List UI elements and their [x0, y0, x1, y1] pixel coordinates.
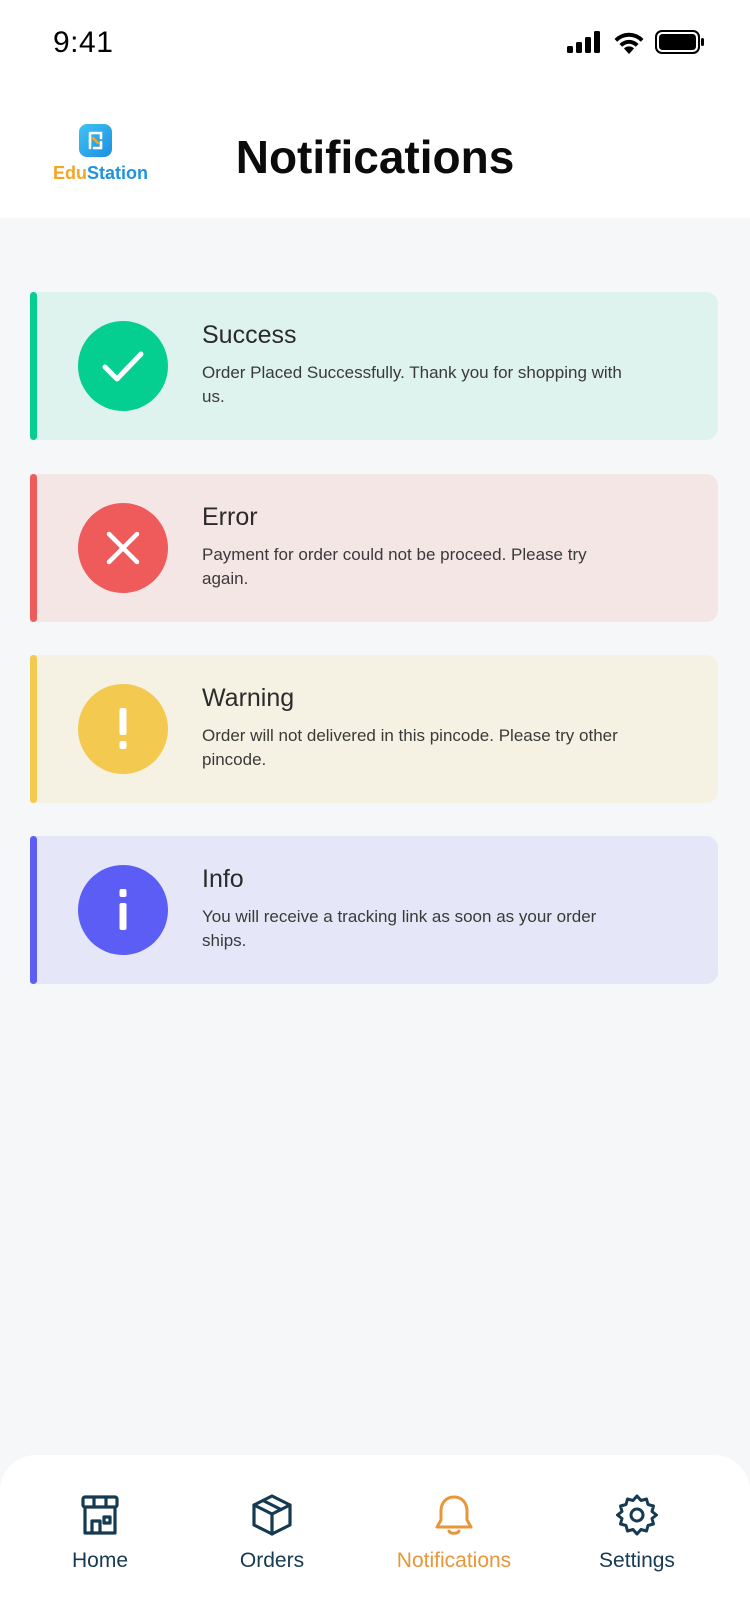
card-message: Order will not delivered in this pincode… — [202, 726, 618, 769]
exclamation-icon — [119, 708, 127, 749]
nav-item-notifications[interactable]: Notifications — [374, 1493, 534, 1593]
card-title: Warning — [202, 684, 295, 712]
error-badge — [78, 503, 168, 593]
card-message: Order Placed Successfully. Thank you for… — [202, 363, 622, 406]
card-title: Success — [202, 321, 297, 349]
status-bar: 9:41 — [0, 0, 750, 90]
card-message: You will receive a tracking link as soon… — [202, 907, 597, 950]
nav-item-orders[interactable]: Orders — [192, 1493, 352, 1593]
card-message: Payment for order could not be proceed. … — [202, 545, 587, 588]
card-accent-bar — [30, 655, 37, 803]
notification-card-info[interactable]: Info You will receive a tracking link as… — [30, 836, 718, 984]
card-title: Info — [202, 865, 244, 893]
success-badge — [78, 321, 168, 411]
bell-icon — [435, 1495, 473, 1535]
card-accent-bar — [30, 474, 37, 622]
package-icon — [252, 1494, 292, 1536]
notifications-screen: 9:41 EduStation Notifications Success Or… — [0, 0, 750, 1624]
nav-item-settings[interactable]: Settings — [557, 1493, 717, 1593]
warning-badge — [78, 684, 168, 774]
nav-item-home[interactable]: Home — [20, 1493, 180, 1593]
wifi-icon — [614, 32, 644, 54]
card-accent-bar — [30, 292, 37, 440]
card-accent-bar — [30, 836, 37, 984]
nav-label: Home — [71, 1549, 129, 1572]
cellular-signal-icon — [567, 31, 600, 53]
store-icon — [81, 1495, 119, 1535]
app-header: EduStation Notifications — [0, 90, 750, 218]
battery-icon — [655, 30, 704, 54]
notification-card-success[interactable]: Success Order Placed Successfully. Thank… — [30, 292, 718, 440]
card-title: Error — [202, 503, 258, 531]
info-badge — [78, 865, 168, 955]
nav-label: Orders — [239, 1549, 305, 1572]
status-icons — [567, 30, 705, 54]
status-time: 9:41 — [53, 26, 114, 59]
notification-card-error[interactable]: Error Payment for order could not be pro… — [30, 474, 718, 622]
page-title: Notifications — [235, 131, 515, 183]
close-icon — [106, 531, 140, 565]
nav-label: Notifications — [396, 1549, 512, 1572]
nav-label: Settings — [599, 1549, 675, 1572]
notification-card-warning[interactable]: Warning Order will not delivered in this… — [30, 655, 718, 803]
checkmark-icon — [102, 351, 144, 382]
info-icon — [119, 889, 127, 930]
gear-icon — [616, 1494, 658, 1536]
bottom-navigation: Home Orders Notifications Settings — [0, 1455, 750, 1624]
